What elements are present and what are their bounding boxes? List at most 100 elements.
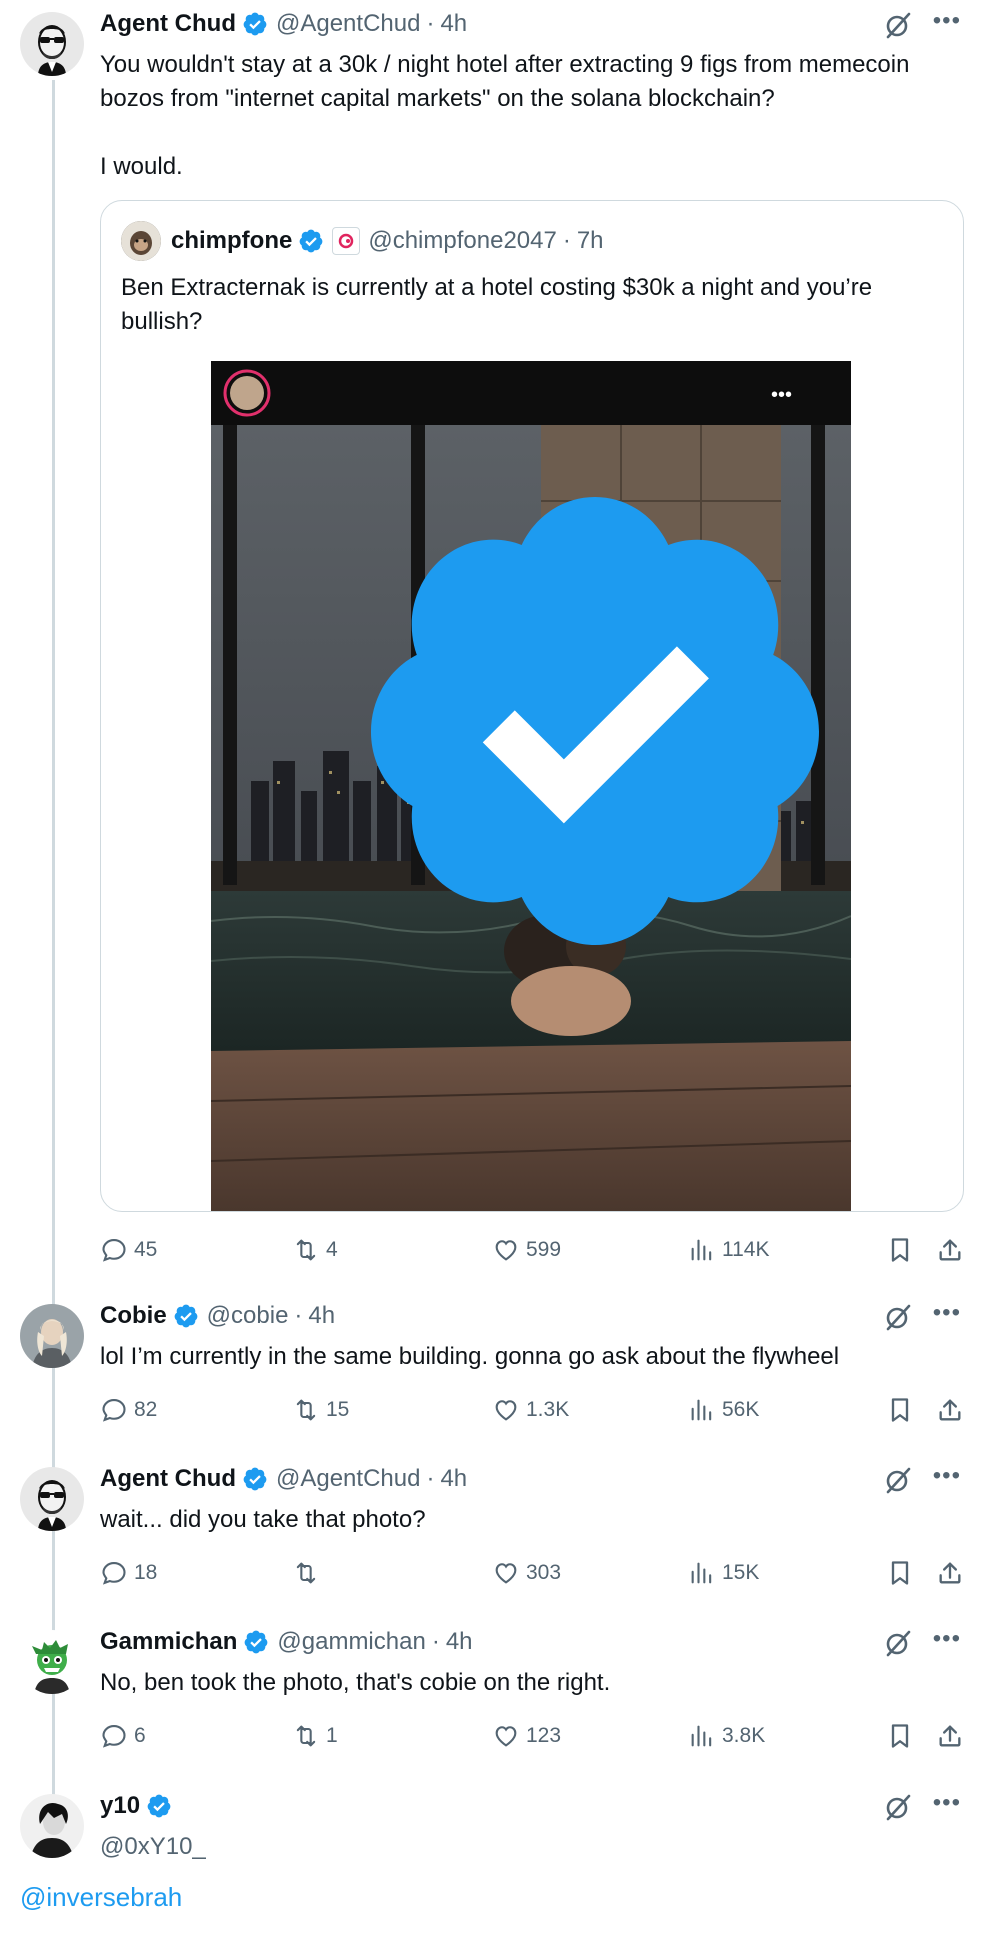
avatar[interactable] bbox=[20, 12, 84, 76]
reply-button[interactable]: 82 bbox=[100, 1396, 157, 1424]
share-icon bbox=[936, 1236, 964, 1264]
grok-icon[interactable] bbox=[883, 1792, 913, 1822]
share-icon bbox=[936, 1559, 964, 1587]
reply-count: 45 bbox=[134, 1238, 158, 1261]
grok-icon[interactable] bbox=[883, 10, 913, 40]
verified-badge-icon bbox=[242, 11, 268, 37]
bookmark-icon bbox=[886, 1236, 914, 1264]
separator-dot: · bbox=[426, 1465, 435, 1492]
display-name[interactable]: Agent Chud bbox=[100, 1465, 236, 1493]
separator-dot: · bbox=[294, 1302, 303, 1329]
like-count: 599 bbox=[526, 1238, 562, 1261]
share-button[interactable] bbox=[936, 1396, 970, 1424]
view-count: 15K bbox=[722, 1561, 760, 1584]
more-options-icon[interactable]: ••• bbox=[933, 1791, 961, 1815]
display-name[interactable]: Agent Chud bbox=[100, 10, 236, 38]
user-handle[interactable]: @AgentChud bbox=[276, 10, 420, 38]
share-button[interactable] bbox=[936, 1559, 970, 1587]
affiliate-badge-icon[interactable] bbox=[332, 227, 361, 255]
views-button[interactable]: 56K bbox=[688, 1396, 759, 1424]
avatar[interactable] bbox=[20, 1304, 84, 1368]
reply-count: 82 bbox=[134, 1398, 158, 1421]
reply-button[interactable]: 6 bbox=[100, 1722, 146, 1750]
more-options-icon[interactable]: ••• bbox=[933, 1627, 961, 1651]
like-button[interactable]: 599 bbox=[492, 1236, 561, 1264]
display-name[interactable]: Cobie bbox=[100, 1302, 167, 1330]
views-icon bbox=[688, 1236, 716, 1264]
like-button[interactable]: 303 bbox=[492, 1559, 561, 1587]
user-handle[interactable]: @0xY10_ bbox=[100, 1830, 206, 1864]
views-button[interactable]: 114K bbox=[688, 1236, 770, 1264]
grok-icon[interactable] bbox=[883, 1302, 913, 1332]
reply-tweet[interactable]: Agent Chud @AgentChud · 4h ••• wait... d… bbox=[0, 1455, 995, 1615]
views-button[interactable]: 15K bbox=[688, 1559, 759, 1587]
separator-dot: · bbox=[426, 10, 435, 37]
repost-button[interactable] bbox=[292, 1559, 326, 1587]
share-icon bbox=[936, 1396, 964, 1424]
mention-link[interactable]: @inversebrah bbox=[20, 1882, 182, 1913]
share-button[interactable] bbox=[936, 1722, 970, 1750]
verified-badge-icon bbox=[243, 1629, 269, 1655]
bookmark-button[interactable] bbox=[886, 1396, 920, 1424]
bookmark-button[interactable] bbox=[886, 1722, 920, 1750]
view-count: 114K bbox=[722, 1238, 770, 1261]
views-icon bbox=[688, 1396, 716, 1424]
more-options-icon[interactable]: ••• bbox=[933, 9, 961, 33]
user-handle[interactable]: @gammichan bbox=[277, 1628, 425, 1656]
display-name[interactable]: Gammichan bbox=[100, 1628, 237, 1656]
display-name[interactable]: chimpfone bbox=[171, 227, 292, 255]
separator-dot: · bbox=[431, 1628, 440, 1655]
verified-badge-icon bbox=[146, 1793, 172, 1819]
views-button[interactable]: 3.8K bbox=[688, 1722, 765, 1750]
repost-count: 4 bbox=[326, 1238, 338, 1261]
grok-icon[interactable] bbox=[883, 1465, 913, 1495]
user-handle[interactable]: @cobie bbox=[207, 1302, 289, 1330]
timestamp[interactable]: 4h bbox=[308, 1302, 335, 1330]
reply-tweet[interactable]: Gammichan @gammichan · 4h ••• No, ben to… bbox=[0, 1618, 995, 1778]
like-button[interactable]: 123 bbox=[492, 1722, 561, 1750]
quote-media-image[interactable]: ••• bbox=[210, 361, 852, 1211]
avatar[interactable] bbox=[121, 221, 161, 261]
timestamp[interactable]: 7h bbox=[577, 227, 604, 255]
user-handle[interactable]: @AgentChud bbox=[276, 1465, 420, 1493]
bookmark-button[interactable] bbox=[886, 1559, 920, 1587]
share-button[interactable] bbox=[936, 1236, 970, 1264]
more-options-icon[interactable]: ••• bbox=[933, 1301, 961, 1325]
timestamp[interactable]: 4h bbox=[440, 10, 467, 38]
heart-icon bbox=[492, 1559, 520, 1587]
like-button[interactable]: 1.3K bbox=[492, 1396, 569, 1424]
repost-icon bbox=[292, 1559, 320, 1587]
more-options-icon[interactable]: ••• bbox=[933, 1464, 961, 1488]
avatar[interactable] bbox=[20, 1630, 84, 1694]
repost-button[interactable]: 15 bbox=[292, 1396, 349, 1424]
grok-icon[interactable] bbox=[883, 1628, 913, 1658]
avatar[interactable] bbox=[20, 1467, 84, 1531]
user-handle[interactable]: @chimpfone2047 bbox=[368, 227, 556, 255]
repost-button[interactable]: 1 bbox=[292, 1722, 338, 1750]
reply-tweet[interactable]: Cobie @cobie · 4h ••• lol I’m currently … bbox=[0, 1292, 995, 1452]
view-count: 3.8K bbox=[722, 1724, 766, 1747]
reply-button[interactable]: 45 bbox=[100, 1236, 157, 1264]
avatar[interactable] bbox=[20, 1794, 84, 1858]
timestamp[interactable]: 4h bbox=[446, 1628, 473, 1656]
heart-icon bbox=[492, 1722, 520, 1750]
repost-icon bbox=[292, 1396, 320, 1424]
tweet-header: Agent Chud @AgentChud · 4h bbox=[100, 10, 467, 38]
quote-header: chimpfone @chimpfone2047 · 7h bbox=[121, 221, 604, 261]
main-tweet[interactable]: Agent Chud @AgentChud · 4h ••• You would… bbox=[0, 0, 995, 1290]
reply-tweet[interactable]: y10 @0xY10_ ••• bbox=[0, 1782, 995, 1878]
repost-count: 1 bbox=[326, 1724, 338, 1747]
timestamp[interactable]: 4h bbox=[440, 1465, 467, 1493]
hotel-pool-photo: ••• bbox=[210, 361, 852, 1211]
quote-text: Ben Extracternak is currently at a hotel… bbox=[121, 274, 873, 335]
bookmark-icon bbox=[886, 1722, 914, 1750]
heart-icon bbox=[492, 1396, 520, 1424]
reply-button[interactable]: 18 bbox=[100, 1559, 157, 1587]
repost-button[interactable]: 4 bbox=[292, 1236, 338, 1264]
repost-icon bbox=[292, 1236, 320, 1264]
like-count: 1.3K bbox=[526, 1398, 570, 1421]
reply-icon bbox=[100, 1559, 128, 1587]
bookmark-button[interactable] bbox=[886, 1236, 920, 1264]
display-name[interactable]: y10 bbox=[100, 1792, 140, 1820]
quoted-tweet[interactable]: chimpfone @chimpfone2047 · 7h Ben Extrac… bbox=[100, 200, 964, 1212]
